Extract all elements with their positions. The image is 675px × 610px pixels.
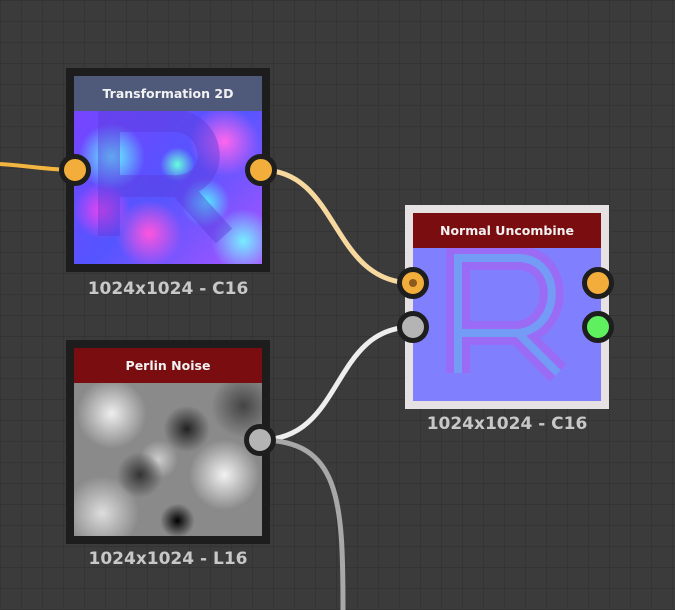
input-port-normal[interactable]	[397, 267, 429, 299]
node-normal-uncombine[interactable]: Normal Uncombine	[405, 205, 609, 409]
r-letter-icon	[446, 248, 567, 382]
node-transformation-2d[interactable]: Transformation 2D	[66, 68, 270, 272]
output-port-normal[interactable]	[582, 267, 614, 299]
node-thumbnail	[74, 111, 262, 264]
node-resolution: 1024x1024 - L16	[88, 549, 248, 569]
node-thumbnail	[413, 248, 601, 401]
node-resolution: 1024x1024 - C16	[87, 279, 249, 299]
r-letter-icon	[98, 111, 233, 244]
node-resolution: 1024x1024 - C16	[426, 414, 588, 434]
output-port-transformation[interactable]	[245, 154, 277, 186]
input-port-height[interactable]	[397, 311, 429, 343]
output-port-mask[interactable]	[582, 311, 614, 343]
input-port-transformation[interactable]	[59, 154, 91, 186]
wire-perlin-to-normal-uncombine[interactable]	[259, 324, 414, 443]
node-thumbnail	[74, 383, 262, 536]
output-port-perlin[interactable]	[244, 424, 276, 456]
node-title: Normal Uncombine	[413, 213, 601, 248]
node-title: Perlin Noise	[74, 348, 262, 383]
wire-transformation-to-normal-uncombine[interactable]	[260, 167, 414, 286]
wire-perlin-output-down[interactable]	[259, 437, 346, 610]
node-title: Transformation 2D	[74, 76, 262, 111]
node-perlin-noise[interactable]: Perlin Noise	[66, 340, 270, 544]
